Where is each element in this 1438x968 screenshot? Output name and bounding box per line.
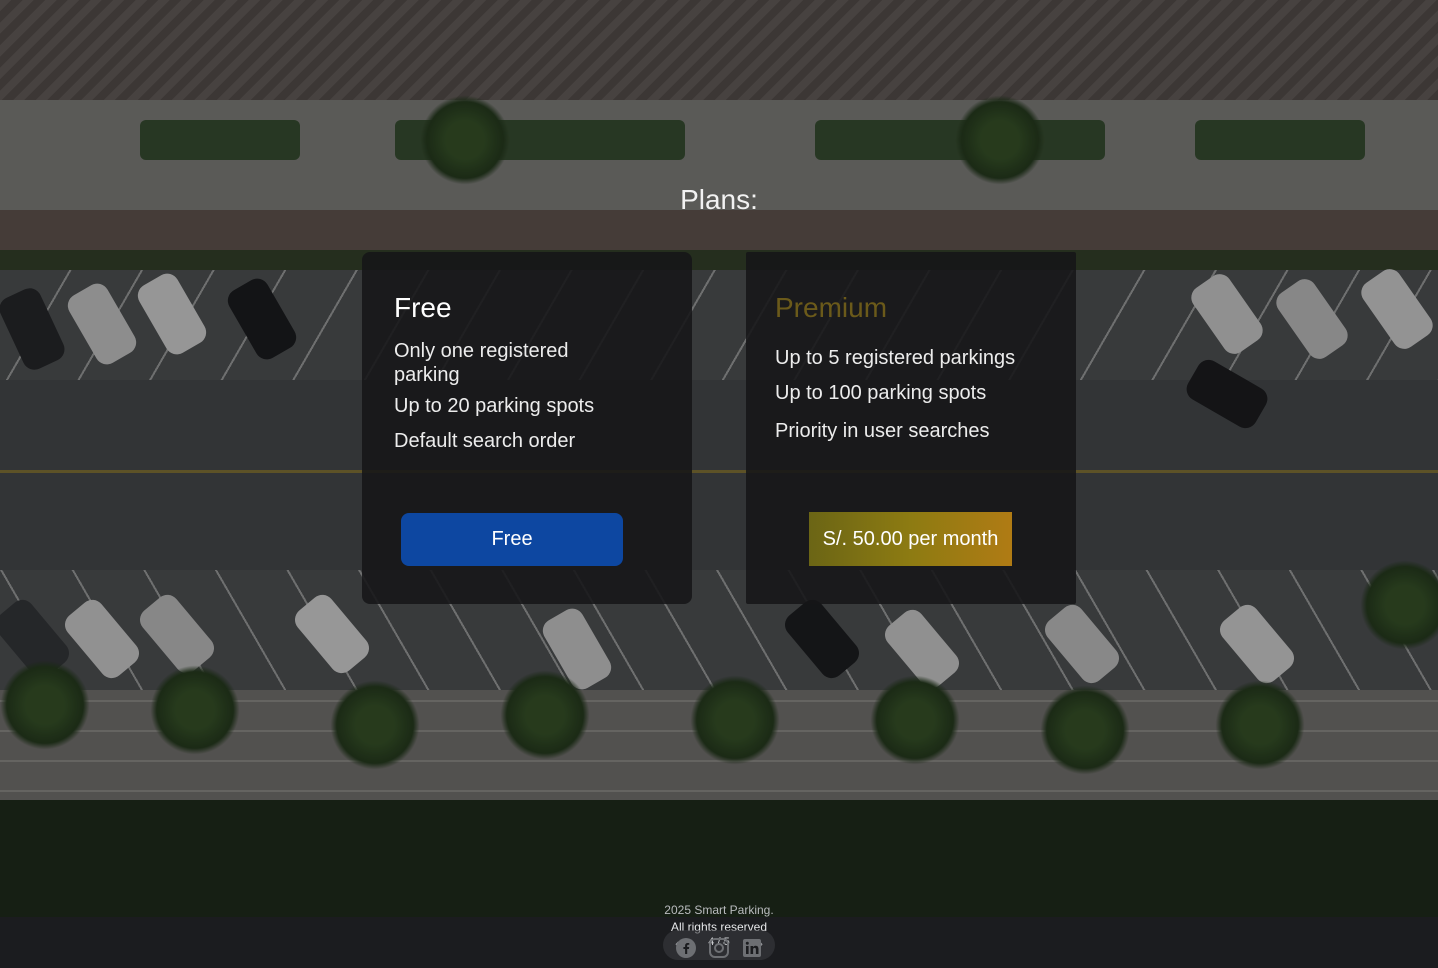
plan-title-premium: Premium	[775, 292, 888, 323]
plan-card-premium: Premium Up to 5 registered parkings Up t…	[746, 252, 1076, 604]
plan-feature: Up to 5 registered parkings	[775, 347, 1016, 369]
linkedin-icon[interactable]	[741, 937, 763, 959]
plan-card-free: Free Only one registered parking Up to 2…	[362, 252, 692, 604]
plan-feature: Default search order	[394, 430, 576, 452]
plan-feature: Up to 20 parking spots	[394, 395, 595, 417]
facebook-icon[interactable]	[675, 937, 697, 959]
background-dim-overlay	[0, 0, 1438, 917]
select-premium-plan-button[interactable]: S/. 50.00 per month	[809, 512, 1012, 566]
select-free-plan-button[interactable]: Free	[401, 513, 623, 566]
plan-feature: Up to 100 parking spots	[775, 382, 987, 404]
plan-feature: Priority in user searches	[775, 420, 990, 442]
page-title: Plans:	[680, 184, 758, 215]
copyright-line-1: 2025 Smart Parking.	[664, 903, 774, 917]
plan-title-free: Free	[394, 292, 452, 323]
plan-feature: Only one registered parking	[394, 340, 569, 386]
instagram-icon[interactable]	[708, 937, 730, 959]
